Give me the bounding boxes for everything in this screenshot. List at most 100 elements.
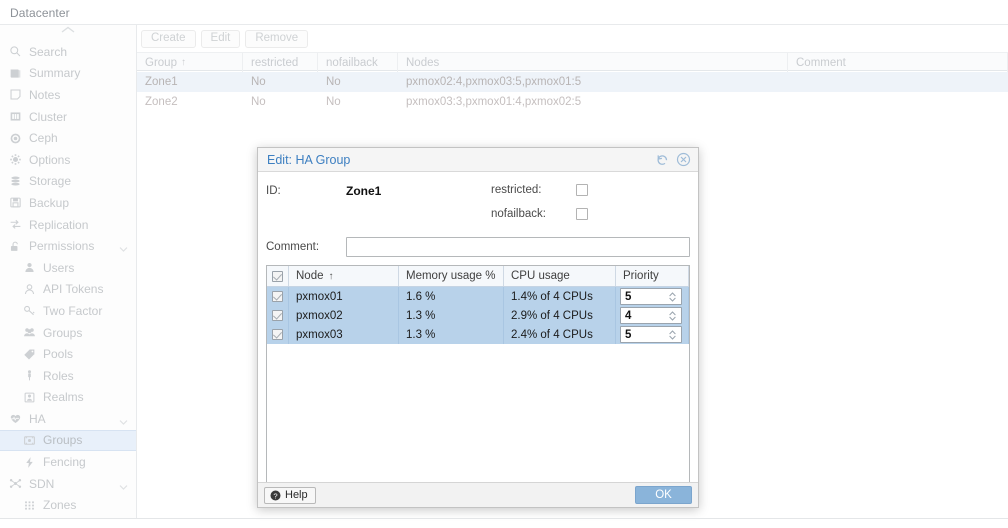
sidebar-item-cluster[interactable]: Cluster [0,106,136,128]
sidebar-item-notes[interactable]: Notes [0,84,136,106]
dialog-body: ID: Zone1 restricted: nofailback: Commen… [258,172,698,484]
breadcrumb[interactable]: Datacenter [10,6,70,20]
dialog-footer: ? Help OK [258,482,698,507]
sidebar-item-label: Replication [29,219,88,231]
groups-col-group[interactable]: Group↑ [137,53,243,72]
sidebar-item-label: Roles [43,370,74,382]
node-col-memory-usage-[interactable]: Memory usage % [399,266,504,286]
svg-text:?: ? [273,491,277,500]
groups-col-nofailback[interactable]: nofailback [318,53,398,72]
sidebar-item-label: Notes [29,89,60,101]
sidebar-item-replication[interactable]: Replication [0,214,136,236]
table-cell: No [243,92,318,112]
priority-value: 4 [621,310,631,322]
node-grid-header: Node ↑ Memory usage % CPU usage Priority [267,266,689,287]
node-grid-body: pxmox011.6 %1.4% of 4 CPUs5pxmox021.3 %2… [267,287,689,344]
notes-icon [8,88,23,102]
chevron-down-icon[interactable] [119,415,128,422]
node-row[interactable]: pxmox021.3 %2.9% of 4 CPUs4 [267,306,689,325]
node-checkbox[interactable] [272,329,283,340]
comment-row: Comment: [266,236,690,258]
sidebar-item-label: Search [29,46,67,58]
node-col-node[interactable]: Node ↑ [289,266,399,286]
ceph-icon [8,131,23,145]
node-checkbox[interactable] [272,291,283,302]
comment-input[interactable] [346,237,690,257]
node-col-cpu-usage[interactable]: CPU usage [504,266,616,286]
sidebar-item-two-factor[interactable]: Two Factor [0,300,136,322]
sidebar-item-search[interactable]: Search [0,41,136,63]
sort-asc-icon: ↑ [329,271,334,282]
node-memory-cell: 1.3 % [399,306,504,325]
ok-button[interactable]: OK [635,486,692,504]
sidebar-item-fencing[interactable]: Fencing [0,451,136,473]
table-row[interactable]: Zone2NoNopxmox03:3,pxmox01:4,pxmox02:5 [137,92,1008,112]
sidebar-item-groups[interactable]: Groups [0,430,136,452]
sidebar-item-storage[interactable]: Storage [0,171,136,193]
groups-col-nodes[interactable]: Nodes [398,53,788,72]
priority-value: 5 [621,291,631,303]
sidebar-collapse-up[interactable] [0,25,136,41]
groups-col-restricted[interactable]: restricted [243,53,318,72]
edit-button[interactable]: Edit [201,30,241,48]
stepper-arrows-icon[interactable] [668,328,677,342]
sidebar-item-zones[interactable]: Zones [0,494,136,516]
select-all-checkbox[interactable] [272,271,283,282]
backup-icon [8,196,23,210]
roles-icon [22,369,37,383]
zones-icon [22,498,37,512]
close-circle-icon[interactable] [676,152,691,167]
sidebar-item-label: Permissions [29,240,94,252]
sidebar-item-backup[interactable]: Backup [0,192,136,214]
restricted-checkbox[interactable] [576,184,588,196]
id-and-restricted-row: ID: Zone1 restricted: [266,180,690,204]
column-label: CPU usage [511,270,570,282]
sidebar-item-sdn[interactable]: SDN [0,473,136,495]
page-bottom-divider [0,518,1008,519]
column-label: Node [296,270,324,282]
sidebar-item-users[interactable]: Users [0,257,136,279]
stepper-arrows-icon[interactable] [668,290,677,304]
column-label: restricted [251,57,298,69]
node-col-priority[interactable]: Priority [616,266,689,286]
nofailback-checkbox[interactable] [576,208,588,220]
sidebar: Search Summary Notes ClusterCephOptionsStor… [0,25,137,518]
node-row[interactable]: pxmox011.6 %1.4% of 4 CPUs5 [267,287,689,306]
group-users-icon [22,326,37,340]
node-checkbox[interactable] [272,310,283,321]
help-button[interactable]: ? Help [264,487,316,504]
priority-stepper[interactable]: 5 [620,326,682,343]
sidebar-item-ceph[interactable]: Ceph [0,127,136,149]
table-row[interactable]: Zone1NoNopxmox02:4,pxmox03:5,pxmox01:5 [137,72,1008,92]
node-node-cell: pxmox01 [289,287,399,306]
priority-stepper[interactable]: 4 [620,307,682,324]
sidebar-item-pools[interactable]: Pools [0,343,136,365]
sidebar-item-ha[interactable]: HA [0,408,136,430]
chevron-down-icon[interactable] [119,480,128,487]
table-cell [788,72,1008,92]
sidebar-item-options[interactable]: Options [0,149,136,171]
create-button[interactable]: Create [141,30,196,48]
sidebar-item-roles[interactable]: Roles [0,365,136,387]
groups-col-comment[interactable]: Comment [788,53,1008,72]
chevron-down-icon[interactable] [119,242,128,249]
sidebar-item-realms[interactable]: Realms [0,387,136,409]
stepper-arrows-icon[interactable] [668,309,677,323]
sidebar-item-groups[interactable]: Groups [0,322,136,344]
dialog-tools [655,152,691,167]
priority-stepper[interactable]: 5 [620,288,682,305]
remove-button[interactable]: Remove [245,30,308,48]
sidebar-item-permissions[interactable]: Permissions [0,235,136,257]
node-node-cell: pxmox02 [289,306,399,325]
tag-icon [22,347,37,361]
sdn-icon [8,477,23,491]
dialog-titlebar[interactable]: Edit: HA Group [258,148,698,172]
reset-icon[interactable] [655,152,670,167]
gear-icon [8,153,23,167]
grid-toolbar: Create Edit Remove [137,25,1008,52]
sidebar-item-label: Backup [29,197,69,209]
sidebar-item-summary[interactable]: Summary [0,63,136,85]
node-select-all-header[interactable] [267,266,289,286]
node-row[interactable]: pxmox031.3 %2.4% of 4 CPUs5 [267,325,689,344]
sidebar-item-api-tokens[interactable]: API Tokens [0,279,136,301]
